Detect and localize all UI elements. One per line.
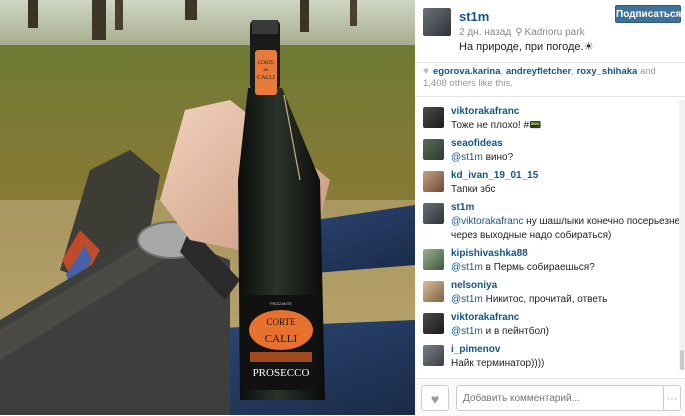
- scrollbar-thumb[interactable]: [680, 350, 684, 370]
- post-time: 2 дн. назад: [459, 27, 512, 38]
- comment-avatar[interactable]: [423, 249, 444, 270]
- comment-username[interactable]: viktorakafranc: [451, 106, 519, 117]
- heart-icon: ♥: [423, 66, 429, 77]
- comment-item: kd_ivan_19_01_15 Тапки збс: [415, 165, 675, 197]
- follow-button[interactable]: Подписаться: [615, 5, 681, 23]
- comment-item: viktorakafranc Тоже не плохо! #📟: [415, 101, 675, 133]
- like-user-1[interactable]: egorova.karina: [433, 66, 501, 77]
- comment-mention[interactable]: @st1m: [451, 326, 483, 337]
- comment-body: Тоже не плохо! #📟: [451, 120, 542, 131]
- comment-item: kipishivashka88 @st1m в Пермь собираешьс…: [415, 243, 675, 275]
- more-options-button[interactable]: ···: [663, 385, 681, 411]
- post-location[interactable]: Kadrioru park: [525, 27, 585, 38]
- bottle-label-brand-top: CORTE: [258, 61, 274, 66]
- comment-avatar[interactable]: [423, 107, 444, 128]
- comment-username[interactable]: kipishivashka88: [451, 248, 528, 259]
- bottle-product-name: PROSECCO: [253, 367, 310, 379]
- comment-item: viktorakafranc @st1m и в пейнтбол): [415, 307, 675, 339]
- bottle-label-brand-bottom: CALLI: [257, 75, 275, 81]
- comment-text: @viktorakafranc ну шашлыки конечно посер…: [451, 216, 685, 227]
- bottle-label-small: FRIZZANTE: [270, 301, 292, 306]
- comment-body: вино?: [482, 152, 514, 163]
- like-user-2[interactable]: andreyfletcher: [506, 66, 571, 77]
- comment-text: @st1m и в пейнтбол): [451, 326, 549, 337]
- comment-item: st1m @viktorakafranc ну шашлыки конечно …: [415, 197, 685, 243]
- like-user-3[interactable]: roxy_shihaka: [577, 66, 638, 77]
- photo-illustration: CORTE dei CALLI FRIZZANTE CORTE CALLI PR…: [0, 0, 415, 415]
- bottle-main-brand-bottom: CALLI: [265, 333, 298, 345]
- comment-mention[interactable]: @st1m: [451, 152, 483, 163]
- like-button[interactable]: ♥: [421, 385, 449, 411]
- post-sidebar: st1m 2 дн. назад ⚲ Kadrioru park На природ…: [415, 0, 685, 416]
- comment-text: Тапки збс: [451, 184, 495, 195]
- bottle-main-brand-top: CORTE: [267, 317, 296, 327]
- comment-text-continued: через выходные надо собираться): [451, 230, 612, 241]
- location-pin-icon: ⚲: [515, 27, 523, 38]
- comment-mention[interactable]: @viktorakafranc: [451, 216, 523, 227]
- comments-scrollbar[interactable]: [679, 100, 685, 370]
- comment-body: Никитос, прочитай, ответь: [482, 294, 608, 305]
- comment-body: Найк терминатор)))): [451, 358, 545, 369]
- comment-text: @st1m Никитос, прочитай, ответь: [451, 294, 607, 305]
- comment-avatar[interactable]: [423, 313, 444, 334]
- post-meta: 2 дн. назад ⚲ Kadrioru park: [459, 27, 585, 38]
- comment-avatar[interactable]: [423, 139, 444, 160]
- comment-footer: ♥ ···: [415, 378, 685, 416]
- comment-text: Найк терминатор)))): [451, 358, 544, 369]
- comment-avatar[interactable]: [423, 345, 444, 366]
- likes-and: and: [637, 66, 656, 77]
- comment-avatar[interactable]: [423, 171, 444, 192]
- comment-body: Тапки збс: [451, 184, 496, 195]
- comment-username[interactable]: seaofideas: [451, 138, 503, 149]
- comment-body: ну шашлыки конечно посерьезнее): [523, 216, 685, 227]
- owner-username[interactable]: st1m: [459, 9, 489, 24]
- post-header: st1m 2 дн. назад ⚲ Kadrioru park На природ…: [415, 0, 685, 63]
- likes-line: ♥ egorova.karina, andreyfletcher, roxy_sh…: [423, 66, 677, 90]
- comment-username[interactable]: nelsoniya: [451, 280, 497, 291]
- comment-item: i_pimenov Найк терминатор)))): [415, 339, 675, 371]
- heart-icon: ♥: [430, 391, 440, 407]
- comment-item: seaofideas @st1m вино?: [415, 133, 675, 165]
- comment-mention[interactable]: @st1m: [451, 294, 483, 305]
- comment-avatar[interactable]: [423, 203, 444, 224]
- comment-input[interactable]: [456, 385, 666, 411]
- post-caption: На природе, при погоде.☀: [459, 41, 594, 53]
- comment-username[interactable]: st1m: [451, 202, 474, 213]
- comment-username[interactable]: viktorakafranc: [451, 312, 519, 323]
- owner-avatar[interactable]: [423, 8, 451, 36]
- post-photo[interactable]: CORTE dei CALLI FRIZZANTE CORTE CALLI PR…: [0, 0, 415, 415]
- comment-body: в Пермь собираешься?: [482, 262, 595, 273]
- comment-text: @st1m в Пермь собираешься?: [451, 262, 595, 273]
- likes-others-count[interactable]: 1,408: [423, 78, 447, 89]
- comment-username[interactable]: i_pimenov: [451, 344, 500, 355]
- comment-avatar[interactable]: [423, 281, 444, 302]
- comments-list: viktorakafranc Тоже не плохо! #📟 seaofid…: [415, 96, 685, 377]
- likes-others-text: others like this.: [446, 78, 513, 89]
- comment-text: @st1m вино?: [451, 152, 513, 163]
- comment-item: nelsoniya @st1m Никитос, прочитай, ответ…: [415, 275, 675, 307]
- comment-text: Тоже не плохо! #📟: [451, 120, 542, 131]
- comment-body: и в пейнтбол): [482, 326, 549, 337]
- comment-username[interactable]: kd_ivan_19_01_15: [451, 170, 538, 181]
- comment-mention[interactable]: @st1m: [451, 262, 483, 273]
- instagram-post-view: CORTE dei CALLI FRIZZANTE CORTE CALLI PR…: [0, 0, 685, 416]
